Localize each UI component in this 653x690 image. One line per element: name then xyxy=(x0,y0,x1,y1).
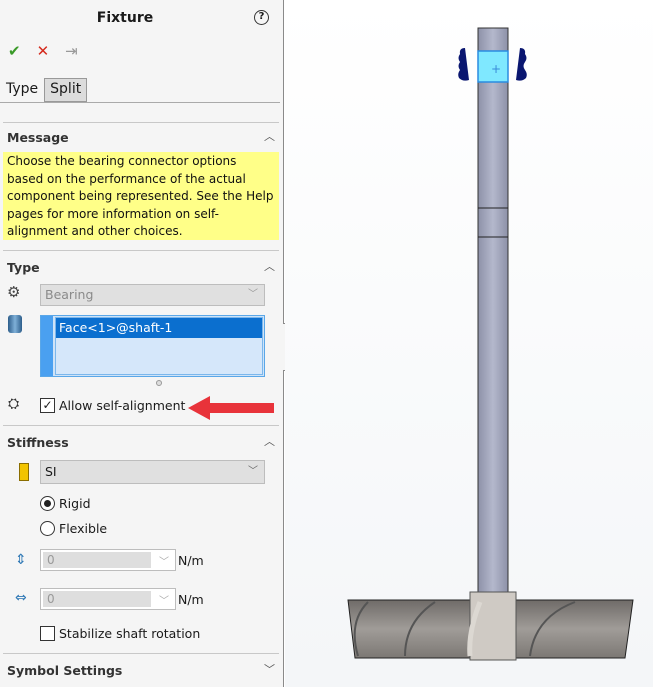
self-alignment-icon: ⛭ xyxy=(8,396,20,412)
unit-system-dropdown[interactable]: SI ﹀ xyxy=(40,460,265,484)
collapse-chevron-up-icon[interactable]: ︿ xyxy=(264,258,275,274)
section-divider xyxy=(3,122,279,123)
selection-item[interactable]: Face<1>@shaft-1 xyxy=(56,318,262,338)
section-divider xyxy=(3,653,279,654)
action-bar: ✔ ✕ ⇥ xyxy=(8,42,78,60)
symbol-settings-section-header[interactable]: Symbol Settings xyxy=(7,663,122,678)
collapse-chevron-up-icon[interactable]: ︿ xyxy=(264,433,275,449)
collapse-chevron-up-icon[interactable]: ︿ xyxy=(264,128,275,144)
flexible-label[interactable]: Flexible xyxy=(59,521,107,536)
radial-stiffness-icon: ⇕ xyxy=(15,552,27,568)
chevron-down-icon[interactable]: ﹀ xyxy=(159,592,169,607)
expand-chevron-down-icon[interactable]: ﹀ xyxy=(264,661,275,677)
allow-self-alignment-label[interactable]: Allow self-alignment xyxy=(59,398,185,413)
flexible-radio[interactable] xyxy=(40,521,55,536)
rigid-radio[interactable] xyxy=(40,496,55,511)
message-box: Choose the bearing connector options bas… xyxy=(3,152,279,240)
axial-stiffness-value: 0 xyxy=(43,591,151,607)
radial-unit-label: N/m xyxy=(178,553,204,568)
section-divider xyxy=(3,250,279,251)
chevron-down-icon[interactable]: ﹀ xyxy=(159,553,169,568)
type-section-header[interactable]: Type xyxy=(7,260,40,275)
allow-self-alignment-checkbox[interactable]: ✓ xyxy=(40,398,55,413)
chevron-down-icon: ﹀ xyxy=(248,289,258,300)
tab-type[interactable]: Type xyxy=(0,78,45,102)
bearing-icon: ⚙ xyxy=(7,283,21,301)
rigid-label[interactable]: Rigid xyxy=(59,496,91,511)
chevron-down-icon: ﹀ xyxy=(248,466,258,477)
axial-unit-label: N/m xyxy=(178,592,204,607)
stabilize-shaft-checkbox[interactable] xyxy=(40,626,55,641)
tab-divider xyxy=(0,102,280,103)
section-divider xyxy=(3,425,279,426)
selection-list[interactable]: Face<1>@shaft-1 xyxy=(55,317,263,375)
pushpin-icon[interactable]: ⇥ xyxy=(65,42,78,60)
radial-stiffness-input[interactable]: 0 ﹀ xyxy=(40,549,176,571)
ruler-units-icon xyxy=(19,463,29,481)
selection-focus-bar xyxy=(41,316,53,376)
tab-split[interactable]: Split xyxy=(44,78,88,102)
cancel-x-icon[interactable]: ✕ xyxy=(37,42,50,60)
list-resize-handle[interactable] xyxy=(156,380,162,386)
unit-system-value: SI xyxy=(45,464,57,479)
radial-stiffness-value: 0 xyxy=(43,552,151,568)
stiffness-section-header[interactable]: Stiffness xyxy=(7,435,69,450)
red-annotation-arrow-icon xyxy=(188,396,274,420)
connector-type-dropdown[interactable]: Bearing ﹀ xyxy=(40,284,265,306)
panel-title: Fixture xyxy=(96,10,154,26)
impeller[interactable] xyxy=(347,591,634,661)
model-view[interactable]: + xyxy=(285,0,653,687)
help-icon[interactable]: ? xyxy=(254,10,269,25)
face-selection-icon xyxy=(8,315,22,333)
ok-checkmark-icon[interactable]: ✔ xyxy=(8,42,21,60)
graphics-viewport[interactable]: + xyxy=(285,0,653,687)
axial-stiffness-icon: ⇔ xyxy=(15,590,27,606)
property-manager-panel: Fixture ? ✔ ✕ ⇥ Type Split Message ︿ Cho… xyxy=(0,0,284,687)
face-origin-marker: + xyxy=(491,62,501,76)
message-section-header[interactable]: Message xyxy=(7,130,69,145)
connector-type-value: Bearing xyxy=(45,287,94,302)
tab-bar: Type Split xyxy=(0,78,88,102)
face-selection-box[interactable]: Face<1>@shaft-1 xyxy=(40,315,265,377)
stabilize-shaft-label[interactable]: Stabilize shaft rotation xyxy=(59,626,200,641)
axial-stiffness-input[interactable]: 0 ﹀ xyxy=(40,588,176,610)
shaft[interactable] xyxy=(477,27,509,597)
